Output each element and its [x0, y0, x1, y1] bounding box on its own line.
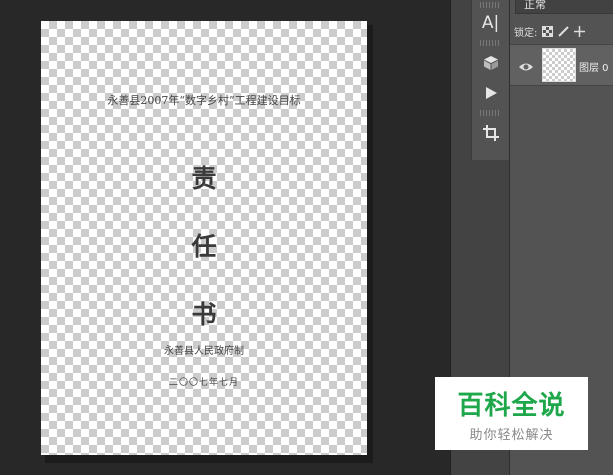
document-issuer: 永善县人民政府制 [164, 346, 244, 357]
document-big-char-1: 责 [191, 164, 217, 193]
lock-position-icon[interactable] [574, 25, 586, 37]
panel-grip-icon[interactable] [480, 40, 500, 46]
document-big-char-3: 书 [191, 300, 217, 329]
canvas-area[interactable]: 永善县2007年“数字乡村”工程建设目标 责 任 书 永善县人民政府制 二〇〇七… [0, 0, 450, 475]
tool-column: A| [471, 0, 510, 160]
lock-transparent-pixels-icon[interactable] [542, 25, 554, 37]
crop-icon[interactable] [476, 120, 505, 146]
layer-row[interactable]: 图层 0 [510, 44, 613, 86]
watermark-logo: 百科全说 助你轻松解决 [435, 377, 588, 450]
document-canvas[interactable]: 永善县2007年“数字乡村”工程建设目标 责 任 书 永善县人民政府制 二〇〇七… [41, 21, 367, 455]
document-date: 二〇〇七年七月 [168, 378, 239, 388]
panel-grip-icon[interactable] [480, 2, 500, 8]
watermark-main-text: 百科全说 [457, 391, 566, 421]
lock-image-pixels-icon[interactable] [558, 25, 570, 37]
3d-cube-icon[interactable] [476, 50, 505, 76]
blend-mode-select[interactable]: 正常 [515, 0, 613, 14]
character-panel-icon[interactable]: A| [476, 10, 505, 36]
document-big-char-2: 任 [191, 232, 217, 261]
play-icon[interactable] [476, 80, 505, 106]
lock-label: 锁定: [514, 27, 538, 39]
document-title: 永善县2007年“数字乡村”工程建设目标 [107, 94, 301, 107]
panel-grip-icon[interactable] [480, 110, 500, 116]
layer-name[interactable]: 图层 0 [579, 59, 609, 74]
lock-row: 锁定: [514, 22, 613, 40]
eye-icon[interactable] [518, 58, 534, 71]
layer-thumbnail[interactable] [542, 48, 576, 82]
watermark-sub-text: 助你轻松解决 [469, 428, 554, 443]
